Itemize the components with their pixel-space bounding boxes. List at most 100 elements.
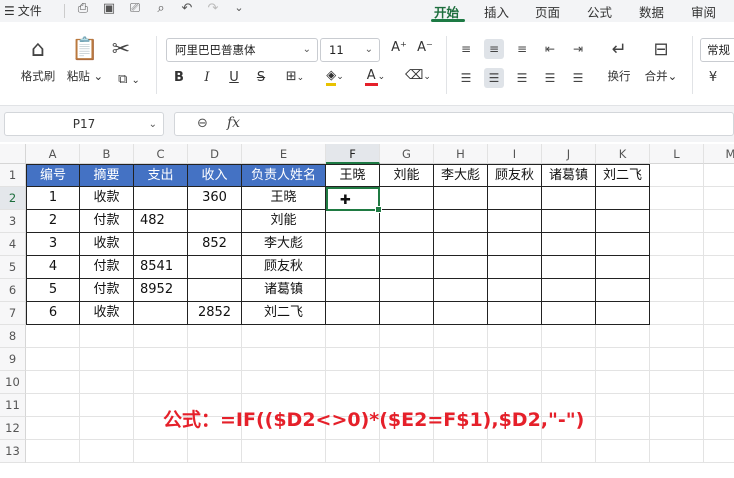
column-header-d[interactable]: D xyxy=(188,144,242,164)
tab-data[interactable]: 数据 xyxy=(639,2,664,21)
wrap-text-button[interactable]: ↵ 换行 xyxy=(602,38,636,84)
cell-i9[interactable] xyxy=(488,348,542,371)
row-header-3[interactable]: 3 xyxy=(0,210,26,233)
border-button[interactable]: ⊞⌄ xyxy=(282,69,308,84)
cell-m11[interactable] xyxy=(704,394,734,417)
fx-icon[interactable]: fx xyxy=(227,115,240,131)
cell-l12[interactable] xyxy=(650,417,704,440)
distributed-icon[interactable]: ☰ xyxy=(568,68,588,88)
cell-b3[interactable]: 付款 xyxy=(80,210,134,233)
cell-m6[interactable] xyxy=(704,279,734,302)
cell-e5[interactable]: 顾友秋 xyxy=(242,256,326,279)
cell-h9[interactable] xyxy=(434,348,488,371)
cell-l1[interactable] xyxy=(650,164,704,187)
cell-d1[interactable]: 收入 xyxy=(188,164,242,187)
indent-decrease-icon[interactable]: ⇤ xyxy=(540,39,560,59)
cell-a11[interactable] xyxy=(26,394,80,417)
cell-k8[interactable] xyxy=(596,325,650,348)
cell-c6[interactable]: 8952 xyxy=(134,279,188,302)
cell-h4[interactable] xyxy=(434,233,488,256)
column-header-g[interactable]: G xyxy=(380,144,434,164)
cell-a1[interactable]: 编号 xyxy=(26,164,80,187)
cell-f5[interactable] xyxy=(326,256,380,279)
cell-b11[interactable] xyxy=(80,394,134,417)
cell-f9[interactable] xyxy=(326,348,380,371)
column-header-f[interactable]: F xyxy=(326,144,380,164)
cell-m9[interactable] xyxy=(704,348,734,371)
currency-format-button[interactable]: ¥ xyxy=(704,70,722,85)
align-bottom-icon[interactable]: ≡ xyxy=(512,39,532,59)
increase-font-icon[interactable]: A⁺ xyxy=(390,40,408,55)
row-header-4[interactable]: 4 xyxy=(0,233,26,256)
cell-b1[interactable]: 摘要 xyxy=(80,164,134,187)
cell-f2[interactable] xyxy=(326,187,380,210)
cell-f3[interactable] xyxy=(326,210,380,233)
cell-i13[interactable] xyxy=(488,440,542,463)
cell-i10[interactable] xyxy=(488,371,542,394)
cell-k1[interactable]: 刘二飞 xyxy=(596,164,650,187)
cell-c8[interactable] xyxy=(134,325,188,348)
cell-e4[interactable]: 李大彪 xyxy=(242,233,326,256)
cell-c5[interactable]: 8541 xyxy=(134,256,188,279)
redo-icon[interactable]: ↷ xyxy=(204,1,222,16)
cell-c1[interactable]: 支出 xyxy=(134,164,188,187)
cell-b6[interactable]: 付款 xyxy=(80,279,134,302)
cell-l13[interactable] xyxy=(650,440,704,463)
cell-j5[interactable] xyxy=(542,256,596,279)
zoom-icon[interactable]: ⊖ xyxy=(197,116,208,131)
decrease-font-icon[interactable]: A⁻ xyxy=(416,40,434,55)
cell-j9[interactable] xyxy=(542,348,596,371)
export-pdf-icon[interactable]: ▣ xyxy=(100,1,118,16)
cell-k3[interactable] xyxy=(596,210,650,233)
cell-m13[interactable] xyxy=(704,440,734,463)
cell-g2[interactable] xyxy=(380,187,434,210)
row-header-2[interactable]: 2 xyxy=(0,187,26,210)
justify-icon[interactable]: ☰ xyxy=(540,68,560,88)
column-header-k[interactable]: K xyxy=(596,144,650,164)
chevron-down-icon[interactable]: ⌄ xyxy=(230,1,248,14)
cell-b4[interactable]: 收款 xyxy=(80,233,134,256)
tab-review[interactable]: 审阅 xyxy=(691,2,716,21)
cell-i1[interactable]: 顾友秋 xyxy=(488,164,542,187)
name-box[interactable]: P17 ⌄ xyxy=(4,112,164,136)
font-name-select[interactable]: 阿里巴巴普惠体 ⌄ xyxy=(166,38,318,62)
column-header-j[interactable]: J xyxy=(542,144,596,164)
cell-d5[interactable] xyxy=(188,256,242,279)
cell-a3[interactable]: 2 xyxy=(26,210,80,233)
cell-i5[interactable] xyxy=(488,256,542,279)
cell-d6[interactable] xyxy=(188,279,242,302)
cell-k4[interactable] xyxy=(596,233,650,256)
cell-j7[interactable] xyxy=(542,302,596,325)
cut-button[interactable]: ✂ xyxy=(108,38,134,62)
cell-a2[interactable]: 1 xyxy=(26,187,80,210)
fill-color-button[interactable]: ◈⌄ xyxy=(322,68,348,86)
cell-l9[interactable] xyxy=(650,348,704,371)
select-all-corner[interactable] xyxy=(0,144,26,164)
cell-h5[interactable] xyxy=(434,256,488,279)
cell-g7[interactable] xyxy=(380,302,434,325)
column-header-b[interactable]: B xyxy=(80,144,134,164)
cell-a5[interactable]: 4 xyxy=(26,256,80,279)
column-header-i[interactable]: I xyxy=(488,144,542,164)
align-right-icon[interactable]: ☰ xyxy=(512,68,532,88)
indent-increase-icon[interactable]: ⇥ xyxy=(568,39,588,59)
font-color-button[interactable]: A ⌄ xyxy=(362,68,388,86)
cell-c3[interactable]: 482 xyxy=(134,210,188,233)
cell-g5[interactable] xyxy=(380,256,434,279)
cell-f10[interactable] xyxy=(326,371,380,394)
cell-h7[interactable] xyxy=(434,302,488,325)
cell-k2[interactable] xyxy=(596,187,650,210)
cell-k9[interactable] xyxy=(596,348,650,371)
paste-button[interactable]: 📋 粘贴 ⌄ xyxy=(66,38,104,84)
cell-a7[interactable]: 6 xyxy=(26,302,80,325)
cell-g9[interactable] xyxy=(380,348,434,371)
cell-b7[interactable]: 收款 xyxy=(80,302,134,325)
cell-c4[interactable] xyxy=(134,233,188,256)
print-icon[interactable]: ⎚ xyxy=(126,1,144,16)
cell-b13[interactable] xyxy=(80,440,134,463)
column-header-e[interactable]: E xyxy=(242,144,326,164)
cell-k13[interactable] xyxy=(596,440,650,463)
cell-j13[interactable] xyxy=(542,440,596,463)
row-header-8[interactable]: 8 xyxy=(0,325,26,348)
save-icon[interactable]: ⎙ xyxy=(74,1,92,16)
